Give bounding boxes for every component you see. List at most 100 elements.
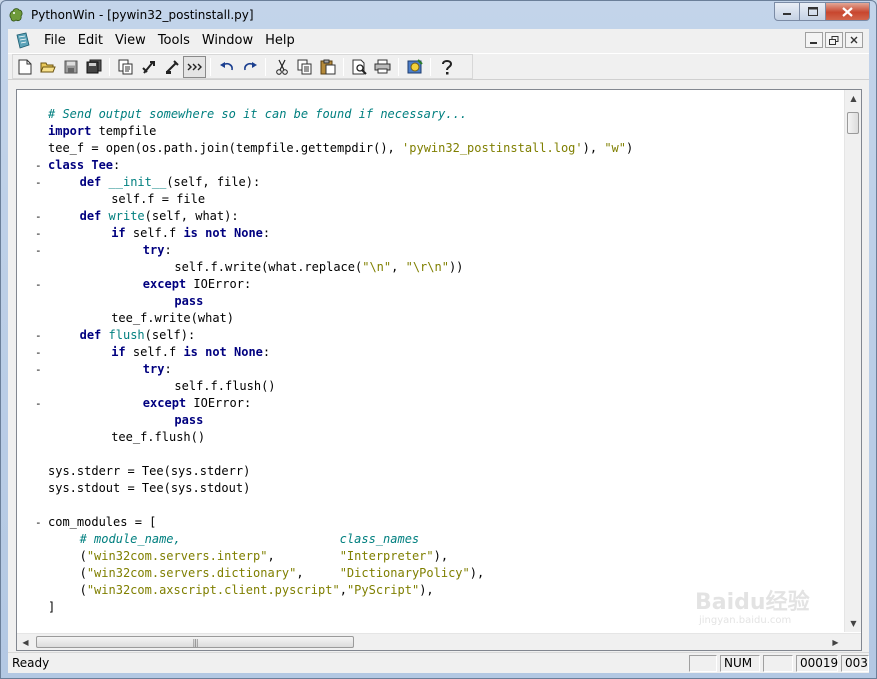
scroll-up-arrow-icon[interactable]: ▲ [845, 90, 861, 107]
fold-marker[interactable]: - [35, 344, 43, 361]
code-token: self.f = file [111, 192, 206, 206]
menu-window[interactable]: Window [196, 31, 259, 51]
paste-icon[interactable] [316, 56, 339, 78]
code-token: "w" [604, 141, 627, 155]
code-area[interactable]: # Send output somewhere so it can be fou… [17, 106, 853, 616]
code-line[interactable]: tee_f.write(what) [17, 310, 853, 327]
code-line[interactable] [17, 497, 853, 514]
code-line[interactable] [17, 446, 853, 463]
horizontal-scroll-thumb[interactable]: ||| [36, 636, 354, 648]
code-line[interactable]: tee_f.flush() [17, 429, 853, 446]
close-button[interactable] [826, 2, 870, 21]
document-icon[interactable] [14, 32, 32, 50]
scroll-left-arrow-icon[interactable]: ◀ [17, 634, 34, 650]
title-bar[interactable]: PythonWin - [pywin32_postinstall.py] [1, 1, 876, 29]
vertical-scroll-thumb[interactable] [847, 112, 859, 134]
code-line[interactable]: - except IOError: [17, 395, 853, 412]
code-token: IOError: [186, 396, 252, 410]
fold-marker[interactable]: - [35, 174, 43, 191]
code-text: def write(self, what): [80, 208, 239, 225]
fold-marker[interactable]: - [35, 514, 43, 531]
close-icon [850, 36, 858, 44]
toolbar-separator [430, 57, 431, 76]
code-token: flush [108, 328, 145, 342]
menu-edit[interactable]: Edit [72, 31, 109, 51]
code-line[interactable]: - def flush(self): [17, 327, 853, 344]
import-icon[interactable] [160, 56, 183, 78]
code-text: ("win32com.servers.dictionary", "Diction… [80, 565, 485, 582]
print-icon[interactable] [371, 56, 394, 78]
cut-icon[interactable] [270, 56, 293, 78]
check-icon[interactable] [114, 56, 137, 78]
fold-marker[interactable]: - [35, 276, 43, 293]
code-line[interactable]: - try: [17, 242, 853, 259]
run-icon[interactable] [137, 56, 160, 78]
toolbar-separator [398, 57, 399, 76]
open-folder-icon[interactable] [36, 56, 59, 78]
minimize-button[interactable] [774, 2, 800, 21]
undo-icon[interactable] [215, 56, 238, 78]
fold-marker[interactable]: - [35, 361, 43, 378]
fold-marker[interactable]: - [35, 225, 43, 242]
code-line[interactable]: self.f.write(what.replace("\n", "\r\n")) [17, 259, 853, 276]
fold-marker[interactable]: - [35, 208, 43, 225]
code-line[interactable]: import tempfile [17, 123, 853, 140]
code-line[interactable]: pass [17, 293, 853, 310]
code-token: tee_f = open(os.path.join(tempfile.gette… [48, 141, 403, 155]
status-pane-empty [763, 655, 793, 672]
code-line[interactable]: tee_f = open(os.path.join(tempfile.gette… [17, 140, 853, 157]
menu-help[interactable]: Help [259, 31, 301, 51]
fold-marker[interactable]: - [35, 242, 43, 259]
code-line[interactable]: - com_modules = [ [17, 514, 853, 531]
code-line[interactable]: # module_name, class_names [17, 531, 853, 548]
code-token: : [164, 362, 172, 376]
code-editor[interactable]: # Send output somewhere so it can be fou… [16, 89, 862, 651]
scroll-right-arrow-icon[interactable]: ▶ [827, 634, 844, 650]
status-pane-empty [689, 655, 717, 672]
code-line[interactable]: - except IOError: [17, 276, 853, 293]
code-line[interactable]: sys.stderr = Tee(sys.stderr) [17, 463, 853, 480]
toolbar-separator [265, 57, 266, 76]
code-line[interactable]: self.f = file [17, 191, 853, 208]
print-preview-icon[interactable] [348, 56, 371, 78]
redo-icon[interactable] [238, 56, 261, 78]
horizontal-scrollbar[interactable]: ◀ ||| ▶ [17, 633, 861, 650]
code-line[interactable]: pass [17, 412, 853, 429]
code-text: if self.f is not None: [111, 344, 270, 361]
new-file-icon[interactable] [13, 56, 36, 78]
vertical-scrollbar[interactable]: ▲ ▼ [844, 90, 861, 632]
code-line[interactable]: - class Tee: [17, 157, 853, 174]
fold-marker[interactable]: - [35, 395, 43, 412]
code-line[interactable]: # Send output somewhere so it can be fou… [17, 106, 853, 123]
copy-icon[interactable] [293, 56, 316, 78]
save-icon[interactable] [59, 56, 82, 78]
code-line[interactable]: - if self.f is not None: [17, 225, 853, 242]
mdi-minimize-button[interactable] [805, 32, 823, 48]
code-line[interactable]: - def __init__(self, file): [17, 174, 853, 191]
menu-view[interactable]: View [109, 31, 152, 51]
help-icon[interactable] [435, 56, 458, 78]
menu-tools[interactable]: Tools [152, 31, 196, 51]
close-icon [842, 6, 853, 17]
fold-marker[interactable]: - [35, 157, 43, 174]
save-all-icon[interactable] [82, 56, 105, 78]
code-token: "win32com.servers.interp" [86, 549, 268, 563]
maximize-button[interactable] [800, 2, 826, 21]
standard-toolbar [12, 54, 473, 79]
code-line[interactable]: - if self.f is not None: [17, 344, 853, 361]
toolbar-separator [210, 57, 211, 76]
code-line[interactable]: sys.stdout = Tee(sys.stdout) [17, 480, 853, 497]
code-line[interactable]: self.f.flush() [17, 378, 853, 395]
status-panes: NUM 00019 003 [689, 655, 869, 672]
fold-marker[interactable]: - [35, 327, 43, 344]
code-line[interactable]: - try: [17, 361, 853, 378]
whitespace-icon[interactable] [183, 55, 206, 78]
code-line[interactable]: ("win32com.servers.interp", "Interpreter… [17, 548, 853, 565]
code-token: ( [79, 549, 87, 563]
mdi-close-button[interactable] [845, 32, 863, 48]
code-line[interactable]: - def write(self, what): [17, 208, 853, 225]
menu-file[interactable]: File [38, 31, 72, 51]
code-line[interactable]: ("win32com.servers.dictionary", "Diction… [17, 565, 853, 582]
debug-icon[interactable] [403, 56, 426, 78]
mdi-restore-button[interactable] [825, 32, 843, 48]
